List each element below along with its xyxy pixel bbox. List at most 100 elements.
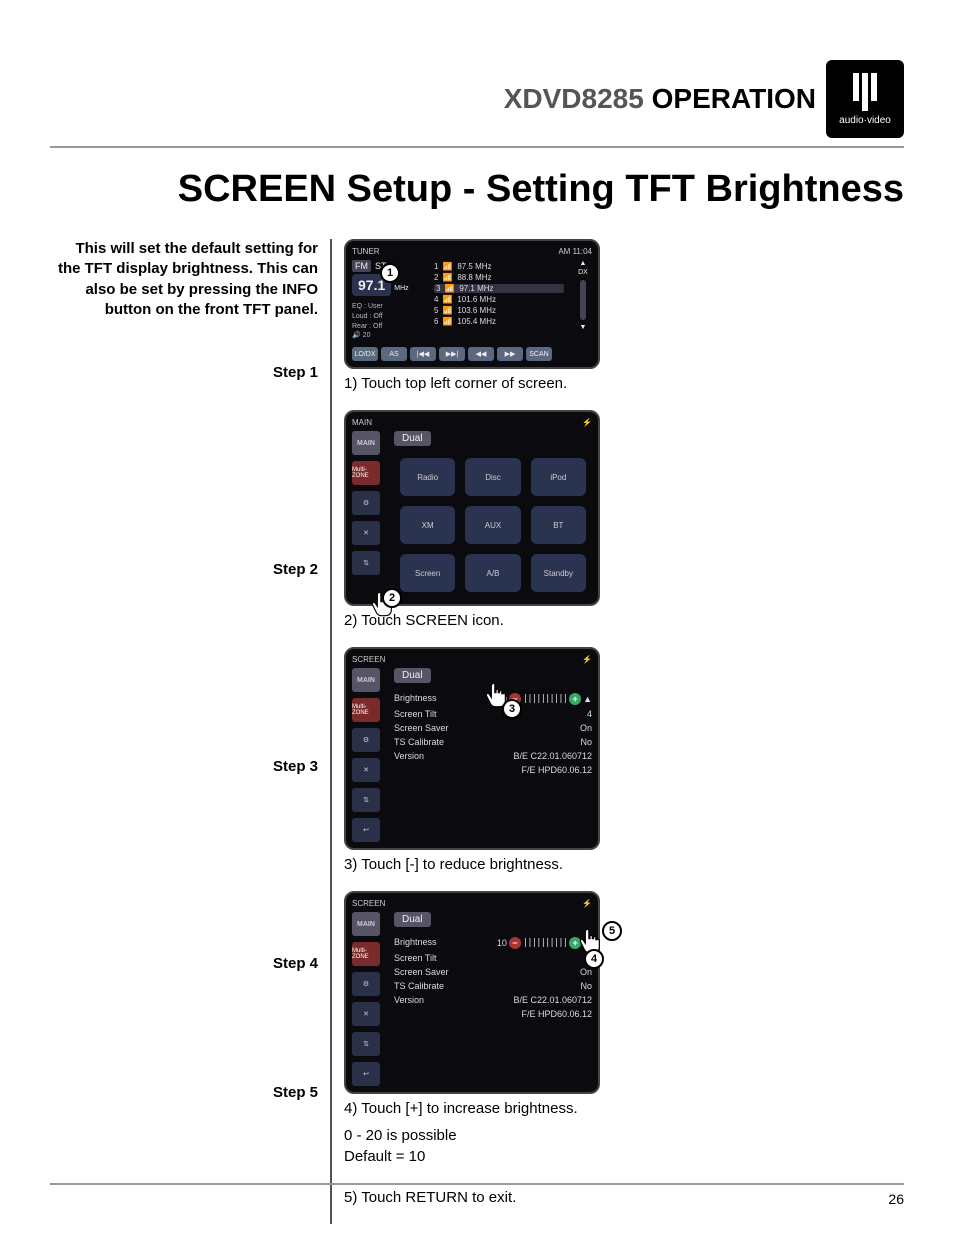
brand-badge: Dual (394, 912, 431, 927)
version-label: Version (394, 995, 424, 1005)
content-area: This will set the default setting for th… (50, 239, 904, 1224)
prev-track-button[interactable]: |◀◀ (410, 347, 436, 361)
volume-level: 20 (363, 332, 371, 339)
screen-header: SCREEN (352, 899, 385, 908)
preset-list: 1 📶 87.5 MHz 2 📶 88.8 MHz 3 📶 97.1 MHz 4… (434, 260, 564, 341)
standby-icon[interactable]: Standby (531, 554, 586, 592)
step5-caption: 5) Touch RETURN to exit. (344, 1189, 904, 1206)
logo-bars-icon (853, 73, 877, 111)
step1-caption: 1) Touch top left corner of screen. (344, 375, 904, 392)
step4-label: Step 4 (50, 955, 318, 972)
ts-label: TS Calibrate (394, 737, 444, 747)
freq-unit: MHz (394, 285, 408, 292)
brightness-bar: |||||||||| (523, 694, 567, 704)
screen-icon[interactable]: Screen (400, 554, 455, 592)
page-header: XDVD8285 OPERATION audio·video (50, 60, 904, 138)
next-track-button[interactable]: ▶▶| (439, 347, 465, 361)
ab-icon[interactable]: A/B (465, 554, 520, 592)
brand-badge: Dual (394, 431, 431, 446)
step1-label: Step 1 (50, 364, 318, 381)
sidebar-settings-icon[interactable]: ⚙ (352, 972, 380, 996)
step2-caption: 2) Touch SCREEN icon. (344, 612, 904, 629)
brightness-label: Brightness (394, 693, 437, 705)
header-rule (50, 146, 904, 148)
band-badge: FM (352, 260, 371, 272)
sidebar-main[interactable]: MAIN (352, 668, 380, 692)
sidebar-swap-icon[interactable]: ⇅ (352, 1032, 380, 1056)
brand-logo: audio·video (826, 60, 904, 138)
radio-icon[interactable]: Radio (400, 458, 455, 496)
lodx-button[interactable]: LO/DX (352, 347, 378, 361)
sidebar-settings-icon[interactable]: ⚙ (352, 728, 380, 752)
step4-caption: 4) Touch [+] to increase brightness. (344, 1100, 904, 1117)
scan-button[interactable]: SCAN (526, 347, 552, 361)
saver-label: Screen Saver (394, 723, 449, 733)
step3-caption: 3) Touch [-] to reduce brightness. (344, 856, 904, 873)
control-button-row: LO/DX AS |◀◀ ▶▶| ◀◀ ▶▶ SCAN (352, 347, 592, 361)
sidebar-main[interactable]: MAIN (352, 912, 380, 936)
left-column: This will set the default setting for th… (50, 239, 330, 1224)
ts-value: No (580, 981, 592, 991)
tuner-label: TUNER (352, 247, 380, 256)
menu-header: MAIN (352, 418, 372, 427)
eq-status: EQ : User (352, 302, 424, 312)
sidebar-main[interactable]: MAIN (352, 431, 380, 455)
ts-label: TS Calibrate (394, 981, 444, 991)
dx-badge: DX (574, 269, 592, 276)
sidebar-close-icon[interactable]: ✕ (352, 1002, 380, 1026)
operation-label: OPERATION (652, 83, 816, 114)
callout-2: 2 (382, 588, 402, 608)
default-note: Default = 10 (344, 1148, 904, 1165)
saver-value: On (580, 967, 592, 977)
sidebar-swap-icon[interactable]: ⇅ (352, 551, 380, 575)
sidebar-swap-icon[interactable]: ⇅ (352, 788, 380, 812)
brightness-minus-button[interactable]: − (509, 937, 521, 949)
sidebar-return-icon[interactable]: ↩ (352, 818, 380, 842)
header-text: XDVD8285 OPERATION (504, 83, 816, 115)
sidebar-close-icon[interactable]: ✕ (352, 758, 380, 782)
brightness-bar: |||||||||| (523, 938, 567, 948)
rewind-button[interactable]: ◀◀ (468, 347, 494, 361)
screenshot-step4: SCREEN⚡ MAIN Multi-ZONE ⚙ ✕ ⇅ ↩ Dual Bri… (344, 891, 600, 1094)
clock: AM 11:04 (558, 247, 592, 256)
logo-subtext: audio·video (839, 115, 891, 126)
saver-label: Screen Saver (394, 967, 449, 977)
column-divider (330, 239, 332, 1224)
xm-icon[interactable]: XM (400, 506, 455, 544)
version-label: Version (394, 751, 424, 761)
as-button[interactable]: AS (381, 347, 407, 361)
bluetooth-icon[interactable]: BT (531, 506, 586, 544)
brightness-value: 10 (497, 938, 507, 948)
page-number: 26 (888, 1191, 904, 1207)
screenshot-step3: SCREEN⚡ MAIN Multi-ZONE ⚙ ✕ ⇅ ↩ Dual Bri… (344, 647, 600, 850)
forward-button[interactable]: ▶▶ (497, 347, 523, 361)
footer-rule (50, 1183, 904, 1185)
intro-text: This will set the default setting for th… (50, 239, 318, 320)
sidebar-multizone[interactable]: Multi-ZONE (352, 698, 380, 722)
ts-value: No (580, 737, 592, 747)
version-be: B/E C22.01.060712 (513, 995, 592, 1005)
sidebar-settings-icon[interactable]: ⚙ (352, 491, 380, 515)
brightness-label: Brightness (394, 937, 437, 949)
screen-header: SCREEN (352, 655, 385, 664)
aux-icon[interactable]: AUX (465, 506, 520, 544)
step3-label: Step 3 (50, 758, 318, 775)
tilt-label: Screen Tilt (394, 709, 437, 719)
tilt-label: Screen Tilt (394, 953, 437, 963)
tilt-value: 4 (587, 709, 592, 719)
version-fe: F/E HPD60.06.12 (521, 765, 592, 775)
callout-4: 4 (584, 949, 604, 969)
disc-icon[interactable]: Disc (465, 458, 520, 496)
sidebar-return-icon[interactable]: ↩ (352, 1062, 380, 1086)
ipod-icon[interactable]: iPod (531, 458, 586, 496)
brightness-plus-button[interactable]: + (569, 693, 581, 705)
sidebar-close-icon[interactable]: ✕ (352, 521, 380, 545)
model-number: XDVD8285 (504, 83, 644, 114)
sidebar-multizone[interactable]: Multi-ZONE (352, 461, 380, 485)
version-fe: F/E HPD60.06.12 (521, 1009, 592, 1019)
step5-label: Step 5 (50, 1084, 318, 1101)
saver-value: On (580, 723, 592, 733)
sidebar-multizone[interactable]: Multi-ZONE (352, 942, 380, 966)
rear-status: Rear : Off (352, 322, 424, 332)
range-note: 0 - 20 is possible (344, 1127, 904, 1144)
